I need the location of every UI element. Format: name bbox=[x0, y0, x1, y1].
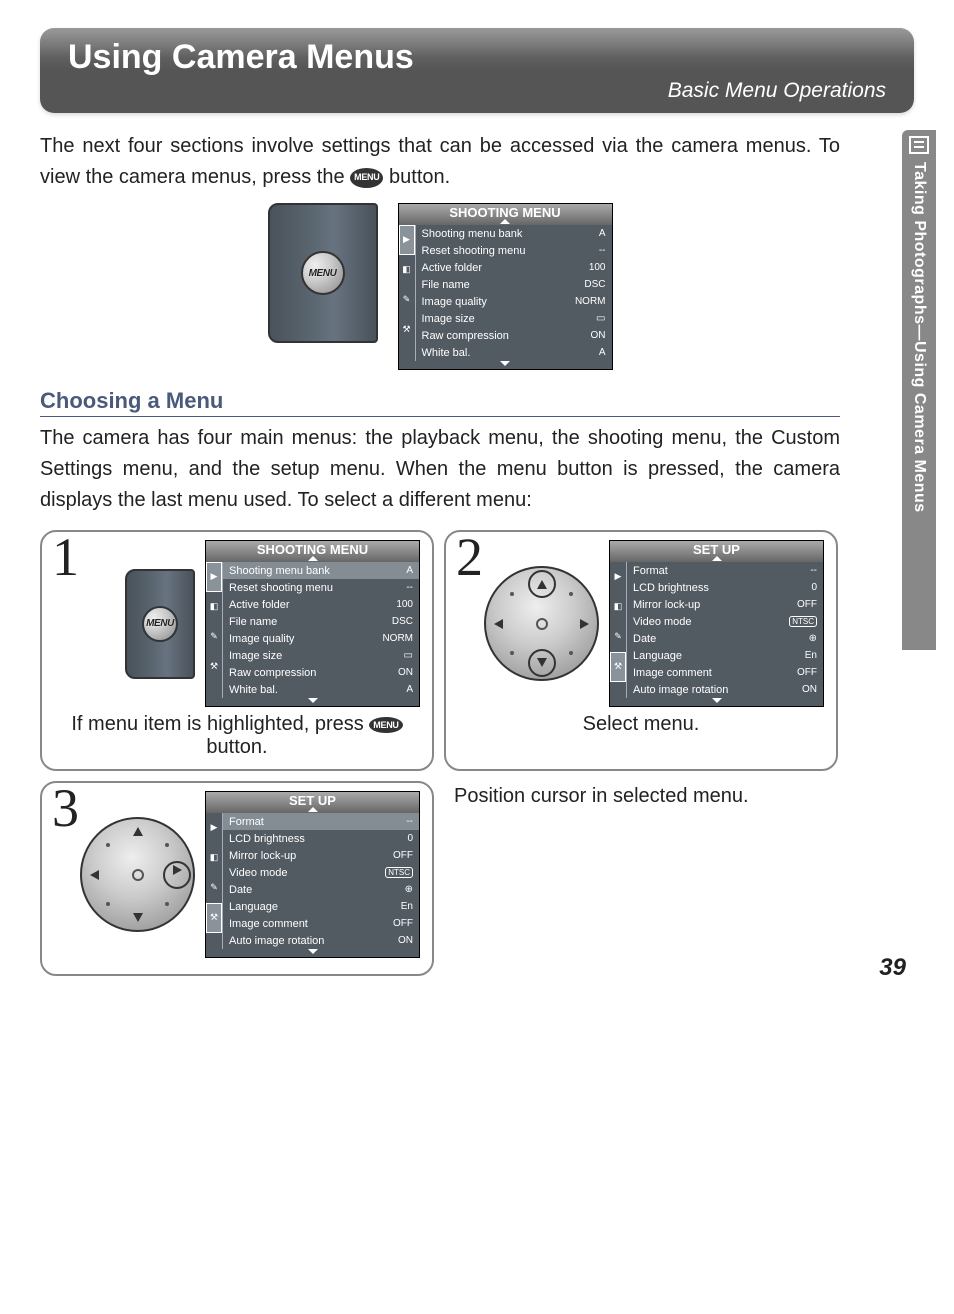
shooting-menu-lcd: SHOOTING MENU ▶◧✎⚒ Shooting menu bankARe… bbox=[205, 540, 420, 707]
menu-item[interactable]: Image commentOFF bbox=[223, 915, 419, 932]
page-title: Using Camera Menus bbox=[68, 38, 886, 77]
menu-item[interactable]: Date⊕ bbox=[627, 630, 823, 647]
menu-icon: MENU bbox=[369, 717, 402, 733]
intro-paragraph: The next four sections involve settings … bbox=[40, 131, 840, 193]
menu-item[interactable]: LanguageEn bbox=[627, 647, 823, 664]
menu-item[interactable]: Shooting menu bankA bbox=[416, 225, 612, 242]
menu-item[interactable]: LanguageEn bbox=[223, 898, 419, 915]
page-number: 39 bbox=[879, 954, 906, 982]
menu-icon: MENU bbox=[350, 168, 383, 188]
menu-item[interactable]: Image qualityNORM bbox=[223, 630, 419, 647]
menu-item[interactable]: Format-- bbox=[627, 562, 823, 579]
lcd-title: SHOOTING MENU bbox=[449, 205, 560, 220]
menu-button[interactable]: MENU bbox=[301, 251, 345, 295]
menu-item[interactable]: White bal.A bbox=[416, 344, 612, 361]
tab-icon: ⚒ bbox=[399, 315, 415, 345]
page-header: Using Camera Menus Basic Menu Operations bbox=[40, 28, 914, 113]
page-subtitle: Basic Menu Operations bbox=[68, 79, 886, 103]
menu-item[interactable]: Reset shooting menu-- bbox=[223, 579, 419, 596]
intro-illustration: MENU SHOOTING MENU ▶ ◧ ✎ ⚒ Shooting menu… bbox=[40, 203, 840, 370]
menu-item[interactable]: File nameDSC bbox=[223, 613, 419, 630]
tab-icon: ▶ bbox=[399, 225, 415, 255]
menu-item[interactable]: Format-- bbox=[223, 813, 419, 830]
menu-item[interactable]: White bal.A bbox=[223, 681, 419, 698]
tab-icon: ◧ bbox=[399, 255, 415, 285]
camera-fragment: MENU bbox=[268, 203, 378, 343]
menu-item[interactable]: Raw compressionON bbox=[416, 327, 612, 344]
step-number: 3 bbox=[52, 781, 79, 835]
menu-item[interactable]: Shooting menu bankA bbox=[223, 562, 419, 579]
menu-item[interactable]: Date⊕ bbox=[223, 881, 419, 898]
step-number: 2 bbox=[456, 530, 483, 584]
shooting-menu-lcd: SHOOTING MENU ▶ ◧ ✎ ⚒ Shooting menu bank… bbox=[398, 203, 613, 370]
menu-item[interactable]: Image size▭ bbox=[223, 647, 419, 664]
menu-list: Shooting menu bankAReset shooting menu--… bbox=[415, 225, 612, 361]
menu-item[interactable]: Reset shooting menu-- bbox=[416, 242, 612, 259]
multi-selector[interactable] bbox=[484, 566, 599, 681]
tab-icon: ✎ bbox=[399, 285, 415, 315]
multi-selector[interactable] bbox=[80, 817, 195, 932]
menu-item[interactable]: Image commentOFF bbox=[627, 664, 823, 681]
menu-item[interactable]: Mirror lock-upOFF bbox=[223, 847, 419, 864]
menu-item[interactable]: LCD brightness0 bbox=[223, 830, 419, 847]
setup-menu-lcd: SET UP ▶◧✎⚒ Format--LCD brightness0Mirro… bbox=[609, 540, 824, 707]
step-caption: Select menu. bbox=[458, 713, 824, 736]
menu-item[interactable]: Active folder100 bbox=[223, 596, 419, 613]
menu-item[interactable]: Auto image rotationON bbox=[627, 681, 823, 698]
step-3-card: 3 SET UP bbox=[40, 781, 434, 976]
menu-item[interactable]: Video modeNTSC bbox=[627, 613, 823, 630]
step-number: 1 bbox=[52, 530, 79, 584]
side-tab-label: Taking Photographs—Using Camera Menus bbox=[910, 162, 928, 513]
menu-item[interactable]: Video modeNTSC bbox=[223, 864, 419, 881]
menu-item[interactable]: Image qualityNORM bbox=[416, 293, 612, 310]
menu-item[interactable]: Active folder100 bbox=[416, 259, 612, 276]
menu-item[interactable]: Raw compressionON bbox=[223, 664, 419, 681]
menu-item[interactable]: Image size▭ bbox=[416, 310, 612, 327]
section-paragraph: The camera has four main menus: the play… bbox=[40, 423, 840, 516]
setup-menu-lcd: SET UP ▶◧✎⚒ Format--LCD brightness0Mirro… bbox=[205, 791, 420, 958]
step-2-card: 2 SET UP bbox=[444, 530, 838, 771]
section-heading: Choosing a Menu bbox=[40, 388, 840, 417]
menu-item[interactable]: Mirror lock-upOFF bbox=[627, 596, 823, 613]
step-caption: If menu item is highlighted, press MENU … bbox=[54, 713, 420, 759]
step-1-card: 1 MENU SHOOTING MENU ▶◧✎⚒ Shootin bbox=[40, 530, 434, 771]
side-tab: Taking Photographs—Using Camera Menus bbox=[902, 130, 936, 650]
menu-item[interactable]: LCD brightness0 bbox=[627, 579, 823, 596]
step-3-caption: Position cursor in selected menu. bbox=[444, 781, 838, 976]
menu-icon bbox=[909, 136, 929, 154]
menu-button[interactable]: MENU bbox=[142, 606, 178, 642]
menu-item[interactable]: File nameDSC bbox=[416, 276, 612, 293]
menu-item[interactable]: Auto image rotationON bbox=[223, 932, 419, 949]
